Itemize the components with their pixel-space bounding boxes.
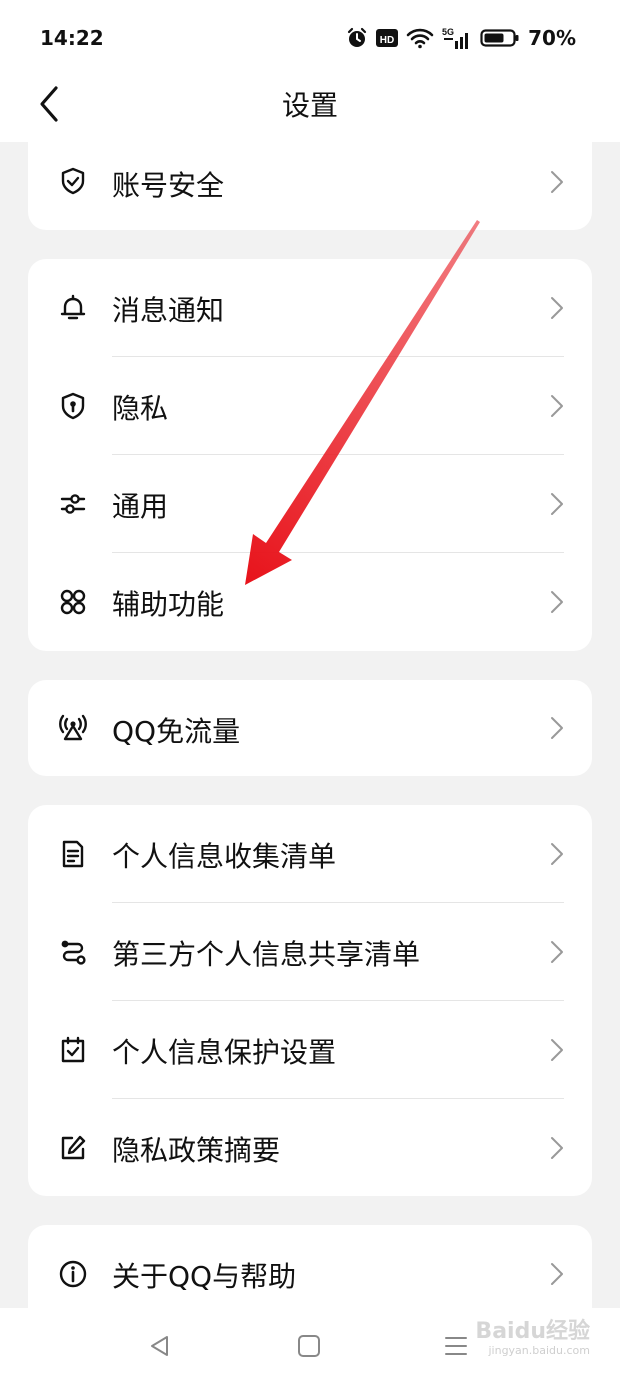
settings-item-label: 账号安全 — [112, 169, 225, 202]
nav-home-square-icon[interactable] — [297, 1334, 321, 1358]
watermark-subtext: jingyan.baidu.com — [488, 1344, 590, 1357]
settings-item-label: 个人信息保护设置 — [112, 1036, 337, 1069]
settings-item-label: 辅助功能 — [112, 588, 225, 621]
settings-group-personal-info: 个人信息收集清单 第三方个人信息共享清单 个人信息保护设置 隐私政策摘要 — [28, 805, 592, 1196]
chevron-right-icon — [551, 395, 563, 417]
chevron-right-icon — [551, 591, 563, 613]
chevron-right-icon — [551, 493, 563, 515]
edit-icon — [61, 1135, 86, 1160]
page-title: 设置 — [281, 89, 338, 122]
nav-back-triangle-icon[interactable] — [148, 1334, 172, 1358]
alarm-icon — [348, 27, 367, 47]
signal-tower-icon — [59, 714, 87, 741]
chevron-right-icon — [551, 1039, 563, 1061]
settings-item-label: 隐私政策摘要 — [112, 1134, 281, 1167]
chevron-right-icon — [551, 717, 563, 739]
system-nav-bar: Baidu经验 jingyan.baidu.com — [0, 1308, 620, 1386]
shield-check-icon — [61, 167, 85, 195]
hd-icon: HD — [376, 29, 399, 47]
chevron-right-icon — [551, 1263, 563, 1285]
status-bar: 14:22 HD 5G 70% — [0, 0, 620, 74]
settings-group-general: 消息通知 隐私 通用 辅助功能 — [28, 259, 592, 651]
settings-item-privacy-policy-summary[interactable]: 隐私政策摘要 — [28, 1099, 592, 1196]
battery-percent: 70% — [528, 26, 576, 50]
battery-icon — [480, 29, 519, 47]
info-icon — [59, 1260, 87, 1288]
settings-item-info-protection[interactable]: 个人信息保护设置 — [28, 1001, 592, 1099]
settings-item-free-data[interactable]: QQ免流量 — [28, 680, 592, 776]
nav-bar: 设置 — [0, 74, 620, 142]
settings-item-label: 个人信息收集清单 — [112, 840, 337, 873]
nav-menu-icon[interactable] — [444, 1334, 468, 1358]
checkbox-icon — [61, 1036, 85, 1063]
share-route-icon — [61, 940, 86, 965]
document-list-icon — [62, 840, 84, 868]
status-icons: HD 5G 70% — [346, 24, 576, 52]
settings-item-notifications[interactable]: 消息通知 — [28, 259, 592, 357]
chevron-right-icon — [551, 843, 563, 865]
watermark-text: Baidu经验 — [475, 1319, 590, 1344]
settings-item-label: 关于QQ与帮助 — [112, 1260, 297, 1293]
settings-item-general[interactable]: 通用 — [28, 455, 592, 553]
settings-item-label: 第三方个人信息共享清单 — [112, 938, 421, 971]
chevron-right-icon — [551, 1137, 563, 1159]
chevron-right-icon — [551, 941, 563, 963]
settings-item-account-security[interactable]: 账号安全 — [28, 134, 592, 230]
settings-item-info-collection-list[interactable]: 个人信息收集清单 — [28, 805, 592, 903]
settings-group-account: 账号安全 — [28, 134, 592, 230]
cellular-signal-icon: 5G — [442, 27, 469, 49]
sliders-icon — [60, 494, 86, 514]
watermark: Baidu经验 jingyan.baidu.com — [475, 1320, 590, 1358]
settings-item-privacy[interactable]: 隐私 — [28, 357, 592, 455]
settings-item-label: 通用 — [112, 490, 169, 523]
settings-item-accessibility[interactable]: 辅助功能 — [28, 553, 592, 651]
command-icon — [60, 589, 86, 615]
chevron-right-icon — [551, 171, 563, 193]
wifi-icon — [406, 28, 434, 49]
settings-item-label: 隐私 — [112, 392, 169, 425]
privacy-lock-shield-icon — [61, 392, 85, 420]
settings-item-third-party-sharing-list[interactable]: 第三方个人信息共享清单 — [28, 903, 592, 1001]
network-type: 5G — [442, 27, 454, 37]
chevron-right-icon — [551, 297, 563, 319]
settings-group-data: QQ免流量 — [28, 680, 592, 776]
bell-icon — [60, 294, 86, 320]
settings-item-label: QQ免流量 — [112, 715, 241, 748]
hd-text: HD — [380, 35, 394, 46]
status-time: 14:22 — [40, 26, 104, 50]
settings-item-label: 消息通知 — [112, 294, 225, 327]
